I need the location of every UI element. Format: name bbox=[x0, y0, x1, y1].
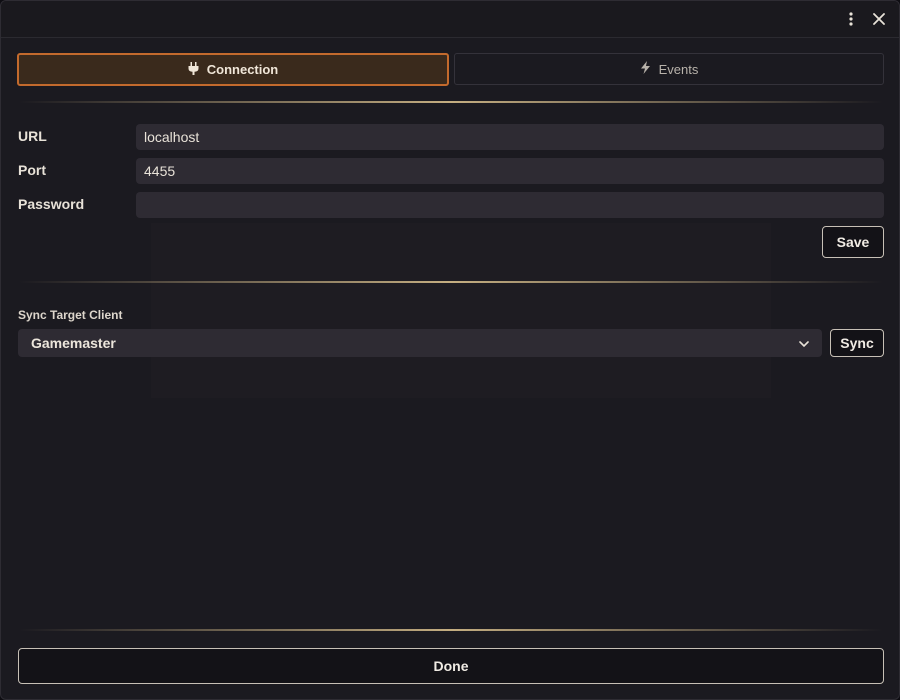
vertical-ellipsis-icon[interactable] bbox=[841, 9, 861, 29]
tab-events-label: Events bbox=[658, 61, 699, 77]
lightning-bolt-icon bbox=[640, 61, 651, 77]
url-label: URL bbox=[18, 128, 47, 144]
url-input[interactable] bbox=[136, 124, 884, 150]
save-button[interactable]: Save bbox=[822, 226, 884, 258]
sync-target-select[interactable]: Gamemaster bbox=[18, 329, 822, 357]
section-divider bbox=[19, 281, 883, 283]
done-button[interactable]: Done bbox=[18, 648, 884, 684]
chevron-down-icon bbox=[799, 335, 809, 351]
sync-target-value: Gamemaster bbox=[31, 335, 116, 351]
port-input[interactable] bbox=[136, 158, 884, 184]
background-watermark bbox=[151, 223, 771, 398]
tab-connection[interactable]: Connection bbox=[17, 53, 449, 86]
password-label: Password bbox=[18, 196, 85, 212]
tab-connection-label: Connection bbox=[206, 62, 279, 77]
password-input[interactable] bbox=[136, 192, 884, 218]
section-divider bbox=[19, 101, 883, 103]
plug-icon bbox=[188, 61, 199, 78]
sync-button[interactable]: Sync bbox=[830, 329, 884, 357]
settings-window: Connection Events URL Port Password Save… bbox=[0, 0, 900, 700]
footer-divider bbox=[19, 629, 883, 631]
sync-target-label: Sync Target Client bbox=[18, 308, 123, 322]
tab-events[interactable]: Events bbox=[454, 53, 884, 85]
port-label: Port bbox=[18, 162, 46, 178]
title-bar bbox=[1, 1, 899, 38]
close-icon[interactable] bbox=[869, 9, 889, 29]
